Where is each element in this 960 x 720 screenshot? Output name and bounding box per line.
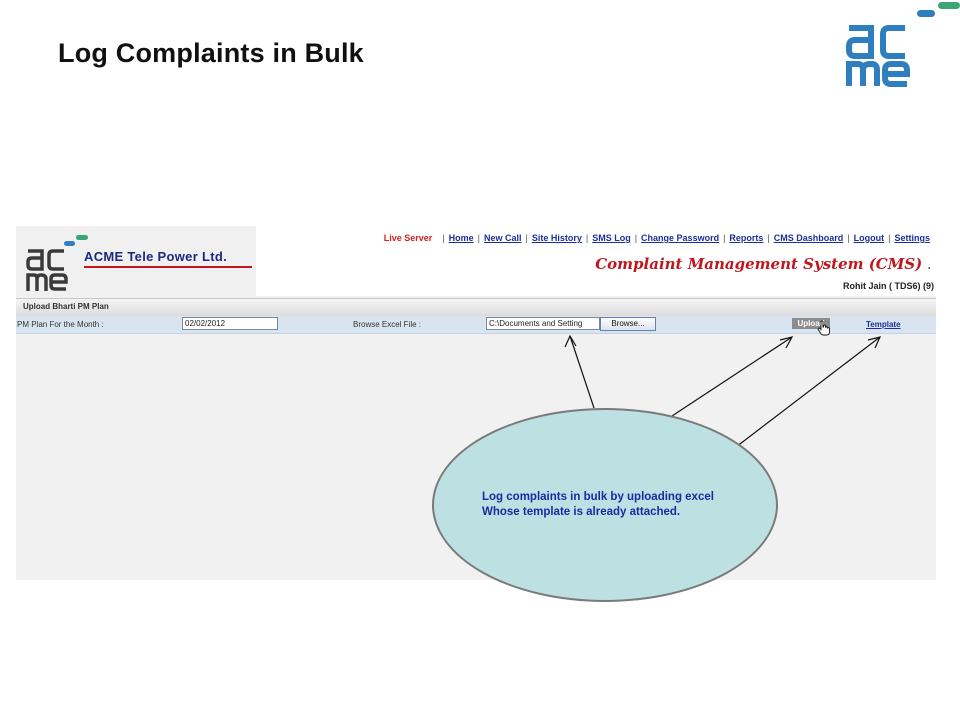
- page-title: Upload Bharti PM Plan: [23, 302, 109, 311]
- system-title: Complaint Management System (CMS) .: [595, 255, 931, 273]
- nav-link-site-history[interactable]: Site History: [532, 233, 582, 243]
- upload-form-row: PM Plan For the Month : 02/02/2012 Brows…: [16, 316, 936, 336]
- callout-line-1: Log complaints in bulk by uploading exce…: [482, 491, 714, 503]
- live-server-label: Live Server: [383, 233, 433, 243]
- slide-title: Log Complaints in Bulk: [58, 38, 364, 68]
- template-link[interactable]: Template: [866, 320, 901, 329]
- browse-button[interactable]: Browse...: [600, 317, 656, 331]
- nav-link-reports[interactable]: Reports: [729, 233, 763, 243]
- page-title-bar: Upload Bharti PM Plan: [16, 298, 936, 317]
- company-name: ACME Tele Power Ltd.: [84, 249, 227, 264]
- nav-link-change-password[interactable]: Change Password: [641, 233, 719, 243]
- nav-link-logout[interactable]: Logout: [854, 233, 885, 243]
- app-header: ACME Tele Power Ltd. Live Server | Home …: [16, 226, 936, 296]
- month-label: PM Plan For the Month :: [17, 320, 104, 329]
- file-path-input[interactable]: C:\Documents and Setting: [486, 317, 600, 330]
- callout-text: Log complaints in bulk by uploading exce…: [482, 490, 782, 520]
- top-navigation: Live Server | Home | New Call | Site His…: [383, 233, 930, 243]
- company-underline: [84, 266, 252, 268]
- user-info: Rohit Jain ( TDS6) (9): [842, 281, 934, 291]
- nav-link-settings[interactable]: Settings: [894, 233, 930, 243]
- hand-cursor-icon: [817, 320, 830, 336]
- header-logo-area: ACME Tele Power Ltd.: [16, 226, 256, 296]
- acme-logo-icon: [846, 2, 960, 87]
- nav-link-cms-dashboard[interactable]: CMS Dashboard: [774, 233, 844, 243]
- callout-line-2: Whose template is already attached.: [482, 506, 681, 518]
- system-title-suffix: .: [927, 261, 931, 272]
- month-input[interactable]: 02/02/2012: [182, 317, 278, 330]
- system-title-text: Complaint Management System (CMS): [595, 255, 923, 273]
- nav-link-sms-log[interactable]: SMS Log: [592, 233, 631, 243]
- file-label: Browse Excel File :: [353, 320, 422, 329]
- nav-link-new-call[interactable]: New Call: [484, 233, 522, 243]
- nav-link-home[interactable]: Home: [449, 233, 474, 243]
